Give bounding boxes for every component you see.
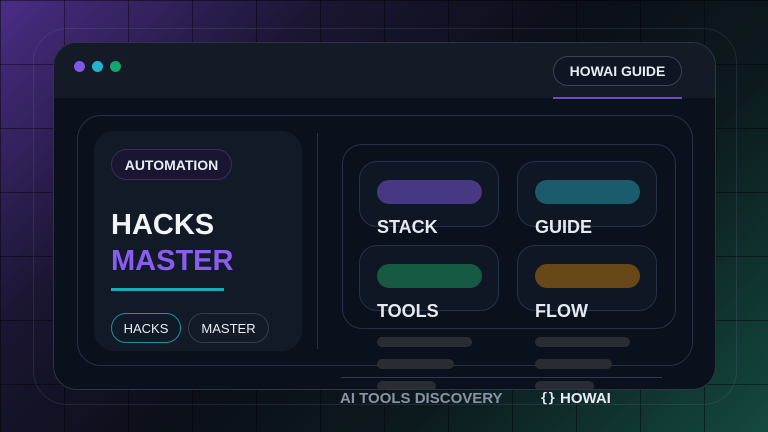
card-label-stack: STACK xyxy=(377,217,438,238)
window-dot-green-icon[interactable] xyxy=(110,61,121,72)
hero-card: AUTOMATION HACKS MASTER HACKS MASTER xyxy=(94,131,302,351)
hero-underline xyxy=(111,288,224,291)
card-label-flow: FLOW xyxy=(535,301,588,322)
chip-master[interactable]: MASTER xyxy=(188,313,269,343)
window-dot-cyan-icon[interactable] xyxy=(92,61,103,72)
placeholder-line xyxy=(535,381,594,390)
placeholder-line xyxy=(377,381,436,390)
app-window: HOWAI GUIDE AUTOMATION HACKS MASTER HACK… xyxy=(53,42,716,390)
footer-brand[interactable]: HOWAI xyxy=(560,390,611,407)
placeholder-line xyxy=(535,337,630,347)
tools-bar xyxy=(377,264,482,288)
guide-underline xyxy=(553,97,682,99)
hero-title-line1: HACKS xyxy=(111,209,214,242)
guide-bar xyxy=(535,180,640,204)
footer-divider xyxy=(341,377,662,378)
placeholder-line xyxy=(377,337,472,347)
stack-bar xyxy=(377,180,482,204)
divider xyxy=(317,133,318,349)
card-label-guide: GUIDE xyxy=(535,217,592,238)
window-dot-purple-icon[interactable] xyxy=(74,61,85,72)
placeholder-line xyxy=(535,359,612,369)
card-label-tools: TOOLS xyxy=(377,301,439,322)
howai-guide-button[interactable]: HOWAI GUIDE xyxy=(553,56,682,86)
flow-bar xyxy=(535,264,640,288)
chip-hacks[interactable]: HACKS xyxy=(111,313,181,343)
braces-icon: {} xyxy=(540,391,556,406)
footer-tagline: AI TOOLS DISCOVERY xyxy=(340,390,503,407)
hero-title-line2: MASTER xyxy=(111,245,233,278)
title-bar: HOWAI GUIDE xyxy=(54,43,715,98)
placeholder-line xyxy=(377,359,454,369)
automation-badge: AUTOMATION xyxy=(111,149,232,180)
